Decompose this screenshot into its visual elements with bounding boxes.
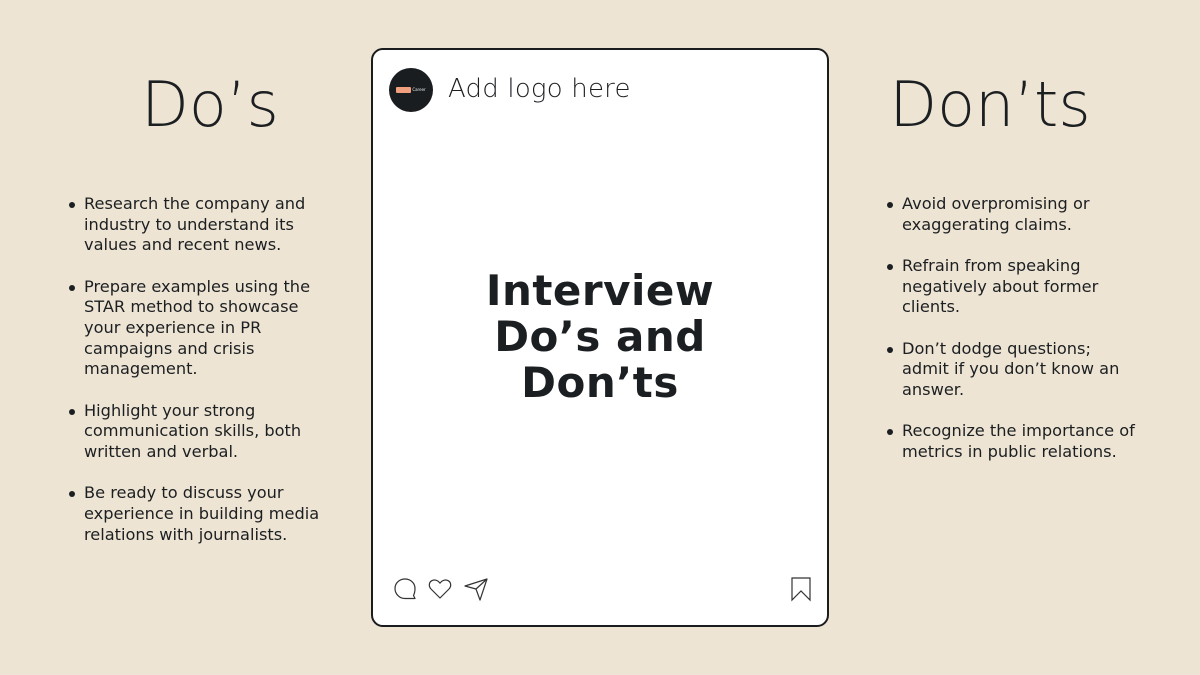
list-item: Be ready to discuss your experience in b… [67,483,332,545]
logo-avatar[interactable]: Career [389,68,433,112]
bullet-icon [887,429,893,436]
tip-text: Be ready to discuss your experience in b… [84,483,320,544]
donts-heading: Don’ts [889,68,1091,141]
heart-icon[interactable] [427,576,453,602]
logo-badge [396,87,412,93]
tip-text: Refrain from speaking negatively about f… [902,255,1099,317]
logo-placeholder-label: Add logo here [448,74,631,104]
list-item: Prepare examples using the STAR method t… [67,277,332,381]
post-title: Interview Do’s and Don’ts [373,268,827,406]
social-post-card: Career Add logo here Interview Do’s and … [371,48,829,627]
list-item: Don’t dodge questions; admit if you don’… [885,339,1135,401]
dos-list: Research the company and industry to und… [67,194,332,566]
list-item: Avoid overpromising or exaggerating clai… [885,194,1135,235]
list-item: Refrain from speaking negatively about f… [885,256,1135,318]
tip-text: Don’t dodge questions; admit if you don’… [902,338,1120,399]
donts-list: Avoid overpromising or exaggerating clai… [885,194,1135,483]
bullet-icon [69,491,75,498]
tip-text: Highlight your strong communication skil… [84,400,302,462]
tip-text: Prepare examples using the STAR method t… [84,276,311,379]
bullet-icon [887,346,893,353]
bullet-icon [69,408,75,415]
post-title-line: Don’ts [521,358,679,407]
bullet-icon [69,284,75,291]
list-item: Highlight your strong communication skil… [67,401,332,463]
list-item: Recognize the importance of metrics in p… [885,421,1135,462]
bookmark-icon[interactable] [788,576,814,602]
tip-text: Research the company and industry to und… [84,194,306,255]
list-item: Research the company and industry to und… [67,194,332,256]
tip-text: Recognize the importance of metrics in p… [902,421,1135,461]
comment-icon[interactable] [392,576,418,602]
bullet-icon [887,202,893,208]
send-icon[interactable] [463,576,489,602]
logo-badge-text: Career [412,87,426,92]
post-title-line: Interview [485,266,715,315]
tip-text: Avoid overpromising or exaggerating clai… [902,194,1090,234]
bullet-icon [887,263,893,270]
dos-heading: Do’s [141,68,279,141]
bullet-icon [69,202,75,208]
post-title-line: Do’s and [494,312,706,361]
